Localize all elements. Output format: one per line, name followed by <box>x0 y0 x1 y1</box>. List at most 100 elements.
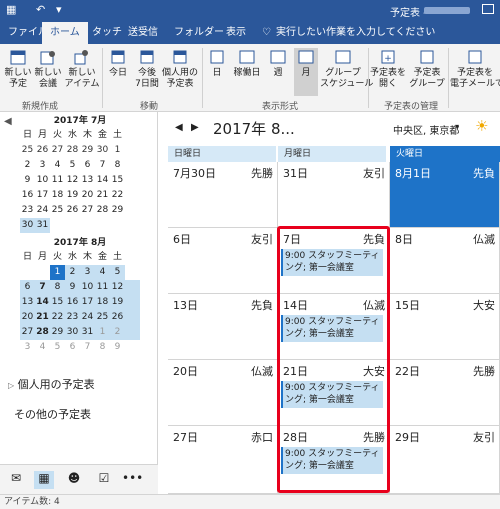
minical-day[interactable]: 10 <box>35 173 50 188</box>
new-items-button[interactable]: 新しい アイテム <box>64 48 100 90</box>
minical-day[interactable]: 3 <box>20 340 35 355</box>
minical-day[interactable]: 19 <box>65 188 80 203</box>
workweek-view-button[interactable]: 稼働日 <box>230 48 264 79</box>
minical-day[interactable]: 31 <box>35 218 50 233</box>
minical-day[interactable]: 11 <box>50 173 65 188</box>
personal-calendar-button[interactable]: 個人用の 予定表 <box>162 48 198 90</box>
minical-day[interactable]: 14 <box>35 295 50 310</box>
day-cell[interactable]: 31日 友引 <box>278 162 390 228</box>
tab-touch[interactable]: タッチ <box>92 22 122 44</box>
minical-day[interactable]: 31 <box>80 325 95 340</box>
minical-day[interactable]: 14 <box>95 173 110 188</box>
minical-day-today[interactable]: 1 <box>50 265 65 280</box>
minical-day[interactable]: 8 <box>50 280 65 295</box>
minical-day[interactable]: 22 <box>50 310 65 325</box>
people-icon[interactable]: ☻ <box>64 471 84 489</box>
minical-day[interactable]: 27 <box>50 143 65 158</box>
minical-day[interactable]: 23 <box>20 203 35 218</box>
minical-day[interactable]: 18 <box>50 188 65 203</box>
minical-day[interactable]: 13 <box>80 173 95 188</box>
day-cell[interactable]: 13日 先負 <box>168 294 278 360</box>
minical-day[interactable]: 28 <box>35 325 50 340</box>
minical-day[interactable]: 26 <box>35 143 50 158</box>
minical-day[interactable]: 15 <box>50 295 65 310</box>
appointment-item[interactable]: 9:00 スタッフミーティング; 第一会議室 <box>281 381 383 408</box>
day-cell[interactable]: 7日 先負 9:00 スタッフミーティング; 第一会議室 <box>278 228 390 294</box>
minical-day[interactable]: 9 <box>65 280 80 295</box>
minical-day[interactable]: 28 <box>65 143 80 158</box>
day-cell[interactable]: 15日 大安 <box>390 294 500 360</box>
day-cell[interactable]: 7月30日 先勝 <box>168 162 278 228</box>
minical-day[interactable]: 3 <box>80 265 95 280</box>
minical-day[interactable]: 21 <box>95 188 110 203</box>
open-calendar-button[interactable]: + 予定表を 開く <box>370 48 406 90</box>
tasks-icon[interactable]: ☑ <box>94 471 114 489</box>
minical-day[interactable]: 21 <box>35 310 50 325</box>
minical-day[interactable]: 6 <box>65 340 80 355</box>
window-restore-icon[interactable] <box>482 4 494 14</box>
minical-day[interactable]: 29 <box>50 325 65 340</box>
appointment-item[interactable]: 9:00 スタッフミーティング; 第一会議室 <box>281 315 383 342</box>
month-view-button[interactable]: 月 <box>294 48 318 96</box>
minical-day[interactable]: 22 <box>110 188 125 203</box>
minical-day[interactable]: 20 <box>80 188 95 203</box>
minical-day[interactable]: 2 <box>20 158 35 173</box>
minical-day[interactable]: 5 <box>65 158 80 173</box>
next-7-days-button[interactable]: 今後 7日間 <box>132 48 162 90</box>
minical-day[interactable]: 8 <box>110 158 125 173</box>
weather-location[interactable]: 中央区, 東京都 <box>393 122 459 137</box>
minical-day[interactable]: 6 <box>20 280 35 295</box>
day-cell[interactable]: 14日 仏滅 9:00 スタッフミーティング; 第一会議室 <box>278 294 390 360</box>
minical-day[interactable]: 2 <box>110 325 125 340</box>
minical-day[interactable]: 16 <box>20 188 35 203</box>
calendar-icon[interactable]: ▦ <box>34 471 54 489</box>
minical-day[interactable]: 12 <box>110 280 125 295</box>
minical-day[interactable]: 27 <box>20 325 35 340</box>
minical-day[interactable]: 26 <box>110 310 125 325</box>
minical-day[interactable]: 4 <box>35 340 50 355</box>
minical-day[interactable]: 10 <box>80 280 95 295</box>
minical-day[interactable]: 30 <box>20 218 35 233</box>
new-meeting-button[interactable]: 新しい 会議 <box>34 48 62 90</box>
minical-day[interactable]: 3 <box>35 158 50 173</box>
minical-day[interactable]: 24 <box>35 203 50 218</box>
minical-day[interactable]: 26 <box>65 203 80 218</box>
appointment-item[interactable]: 9:00 スタッフミーティング; 第一会議室 <box>281 249 383 276</box>
minical-day[interactable]: 1 <box>95 325 110 340</box>
minical-day[interactable]: 30 <box>65 325 80 340</box>
minical-day[interactable]: 25 <box>95 310 110 325</box>
appointment-item[interactable]: 9:00 スタッフミーティング; 第一会議室 <box>281 447 383 474</box>
new-appointment-button[interactable]: 新しい 予定 <box>4 48 32 90</box>
minical-day[interactable]: 8 <box>95 340 110 355</box>
minical-day[interactable]: 9 <box>110 340 125 355</box>
expand-arrow-icon[interactable]: ▷ <box>8 381 14 390</box>
week-view-button[interactable]: 週 <box>266 48 290 79</box>
tab-home[interactable]: ホーム <box>42 22 88 44</box>
minical-day[interactable]: 1 <box>110 143 125 158</box>
minical-day[interactable]: 5 <box>110 265 125 280</box>
email-calendar-button[interactable]: 予定表を 電子メールで送 <box>450 48 500 90</box>
minical-day[interactable]: 2 <box>65 265 80 280</box>
minical-day[interactable]: 12 <box>65 173 80 188</box>
minical-day[interactable]: 16 <box>65 295 80 310</box>
minical-day[interactable]: 24 <box>80 310 95 325</box>
tab-send-receive[interactable]: 送受信 <box>128 22 158 44</box>
minical-day[interactable]: 27 <box>80 203 95 218</box>
day-cell-selected[interactable]: 8月1日 先負 <box>390 162 500 228</box>
today-button[interactable]: 今日 <box>106 48 130 79</box>
minical-day[interactable]: 18 <box>95 295 110 310</box>
minical-day[interactable]: 4 <box>95 265 110 280</box>
personal-calendars-folder[interactable]: ▷ 個人用の予定表 <box>8 376 95 392</box>
calendar-groups-button[interactable]: 予定表 グループ <box>408 48 446 90</box>
day-cell[interactable]: 28日 先勝 9:00 スタッフミーティング; 第一会議室 <box>278 426 390 494</box>
minical-day[interactable]: 6 <box>80 158 95 173</box>
minical-day[interactable]: 28 <box>95 203 110 218</box>
minical-day[interactable]: 25 <box>20 143 35 158</box>
minical-day[interactable]: 13 <box>20 295 35 310</box>
minical-day[interactable]: 4 <box>50 158 65 173</box>
next-month-arrow-icon[interactable]: ▶ <box>191 122 199 133</box>
group-schedule-button[interactable]: グループ スケジュール <box>320 48 373 90</box>
other-calendars-folder[interactable]: その他の予定表 <box>14 406 91 422</box>
tell-me-search[interactable]: 実行したい作業を入力してください <box>276 22 435 44</box>
mail-icon[interactable]: ✉ <box>6 471 26 489</box>
